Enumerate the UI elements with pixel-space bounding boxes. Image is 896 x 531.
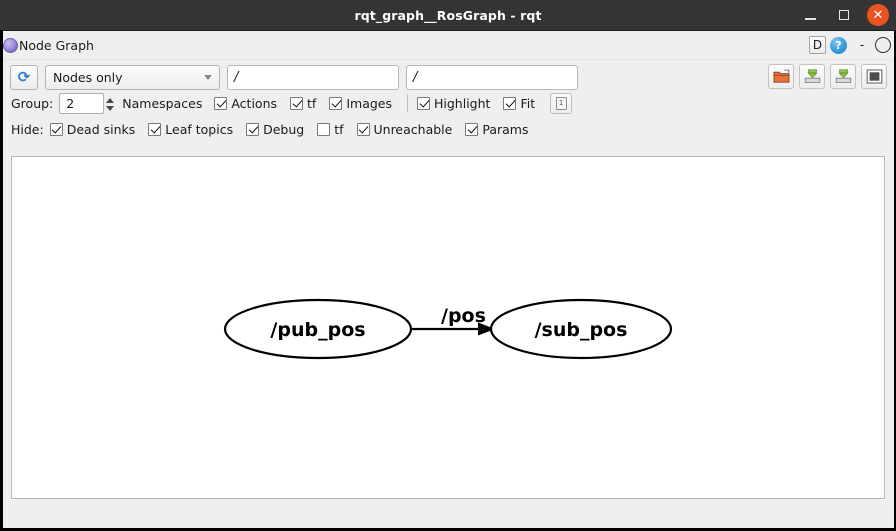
checkbox-unreachable-box[interactable] (356, 122, 370, 136)
checkbox-fit-box[interactable] (503, 96, 517, 110)
checkbox-dead-sinks-box[interactable] (49, 122, 63, 136)
checkbox-leaf-topics-box[interactable] (148, 122, 162, 136)
checkbox-hide-tf-box[interactable] (317, 122, 331, 136)
close-icon: ✕ (872, 7, 884, 23)
save-dot-icon (804, 69, 820, 83)
checkbox-tf-label: tf (307, 95, 317, 111)
group-label: Group: (11, 95, 54, 111)
graph-type-combo[interactable]: Nodes only (45, 64, 220, 90)
fit-view-button[interactable] (861, 64, 887, 89)
checkbox-unreachable-label: Unreachable (373, 121, 453, 137)
checkbox-params-box[interactable] (465, 122, 479, 136)
chevron-up-icon (106, 97, 115, 103)
checkbox-hide-tf-label: tf (334, 121, 344, 137)
save-image-button[interactable] (830, 64, 856, 89)
checkbox-unreachable[interactable]: Unreachable (356, 121, 453, 137)
refresh-button[interactable]: ⟳ (10, 64, 38, 90)
include-filter-input[interactable]: / (227, 64, 399, 90)
group-options-row: Group: 2 Namespaces Actions tf Images Hi… (0, 90, 896, 116)
group-spinbox[interactable]: 2 (59, 92, 115, 114)
checkbox-namespaces-label[interactable]: Namespaces (122, 96, 202, 111)
hide-label: Hide: (11, 121, 44, 137)
checkbox-images-box[interactable] (329, 96, 343, 110)
rqt-main-window: rqt_graph__RosGraph - rqt ✕ Node Graph D… (0, 0, 896, 531)
load-dot-button[interactable] (768, 64, 794, 89)
checkbox-dead-sinks-label: Dead sinks (66, 121, 136, 137)
minimize-button[interactable] (799, 4, 821, 26)
exclude-filter-value: / (413, 69, 418, 85)
spinner-arrows-icon[interactable] (104, 94, 116, 115)
checkbox-params-label: Params (482, 121, 529, 137)
graph-node-sub-pos[interactable]: /sub_pos (489, 298, 673, 360)
checkbox-highlight[interactable]: Highlight (417, 96, 490, 111)
folder-open-icon (773, 69, 789, 83)
checkbox-fit[interactable]: Fit (503, 96, 535, 111)
dock-widget-header: Node Graph D ? - (0, 31, 896, 60)
checkbox-tf-box[interactable] (290, 96, 304, 110)
checkbox-debug[interactable]: Debug (246, 122, 304, 137)
maximize-icon (839, 10, 849, 20)
checkbox-highlight-label: Highlight (434, 95, 491, 111)
node-label-sub-pos: /sub_pos (535, 319, 628, 341)
chevron-down-icon (106, 105, 115, 111)
checkbox-fit-label: Fit (520, 95, 536, 111)
node-label-pub-pos: /pub_pos (270, 319, 365, 341)
help-icon[interactable]: ? (830, 36, 847, 54)
window-title: rqt_graph__RosGraph - rqt (354, 7, 542, 23)
save-image-icon (835, 69, 851, 83)
graph-node-pub-pos[interactable]: /pub_pos (223, 298, 413, 360)
checkbox-actions[interactable]: Actions (214, 96, 277, 111)
include-filter-value: / (234, 69, 239, 85)
dock-widget-title: Node Graph (19, 37, 94, 53)
refresh-icon: ⟳ (17, 67, 31, 86)
node-graph-icon (3, 37, 18, 53)
toolbar-separator (407, 94, 408, 112)
hide-options-row: Hide: Dead sinks Leaf topics Debug tf Un… (0, 116, 896, 142)
checkbox-tf[interactable]: tf (290, 96, 316, 111)
graph-toolbar-right (768, 64, 887, 89)
checkbox-leaf-topics[interactable]: Leaf topics (148, 122, 233, 137)
checkbox-hide-tf[interactable]: tf (317, 121, 344, 137)
close-button[interactable]: ✕ (867, 4, 889, 26)
checkbox-images-label: Images (346, 95, 392, 111)
minimize-icon (804, 17, 816, 20)
window-titlebar: rqt_graph__RosGraph - rqt ✕ (0, 0, 896, 31)
edge-label-pos: /pos (441, 305, 486, 327)
group-spinbox-value: 2 (66, 95, 75, 111)
checkbox-leaf-topics-label: Leaf topics (165, 121, 234, 137)
checkbox-debug-box[interactable] (246, 122, 260, 136)
checkbox-dead-sinks[interactable]: Dead sinks (49, 121, 136, 137)
exclude-filter-input[interactable]: / (406, 64, 578, 90)
checkbox-images[interactable]: Images (329, 96, 392, 111)
image-square-icon (866, 69, 882, 84)
maximize-button[interactable] (833, 4, 855, 26)
graph-toolbar: ⟳ Nodes only / / (0, 60, 896, 90)
dock-close-button[interactable] (875, 37, 891, 53)
graph-type-value: Nodes only (53, 69, 123, 85)
window-frame-left (0, 30, 3, 531)
dock-d-button[interactable]: D (809, 36, 826, 54)
save-dot-button[interactable] (799, 64, 825, 89)
checkbox-highlight-box[interactable] (417, 96, 430, 110)
dock-float-button[interactable]: - (855, 38, 869, 52)
ros-graph-canvas[interactable]: /pub_pos /sub_pos /pos (11, 156, 885, 499)
checkbox-params[interactable]: Params (465, 122, 528, 137)
checkbox-actions-box[interactable] (214, 96, 228, 110)
ros-graph-svg: /pub_pos /sub_pos /pos (223, 298, 673, 360)
checkbox-debug-label: Debug (263, 121, 305, 137)
reset-zoom-button[interactable]: 1 (550, 92, 573, 114)
chevron-down-icon (204, 75, 212, 80)
window-controls: ✕ (799, 0, 889, 30)
dock-header-controls: D ? - (809, 31, 892, 59)
checkbox-actions-label: Actions (231, 95, 278, 111)
zoom-reset-icon: 1 (555, 96, 567, 110)
